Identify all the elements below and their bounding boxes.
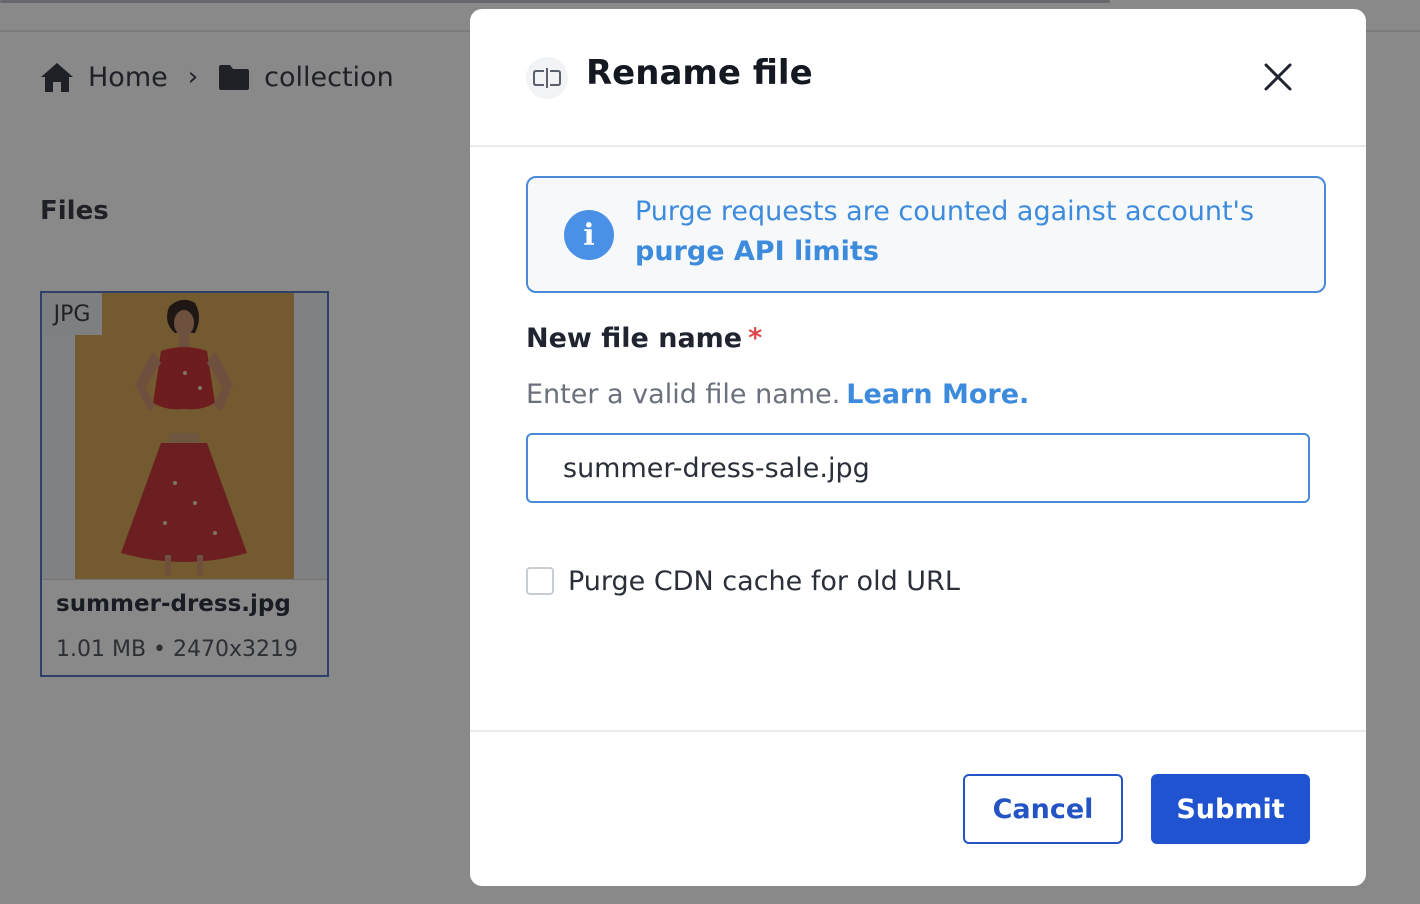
info-alert-text: Purge requests are counted against accou… xyxy=(635,192,1315,272)
info-icon: i xyxy=(564,210,614,260)
rename-file-dialog: Rename file i Purge requests are counted… xyxy=(470,9,1366,886)
info-alert: i Purge requests are counted against acc… xyxy=(526,176,1326,293)
dialog-header: Rename file xyxy=(470,9,1366,147)
new-file-name-label: New file name * xyxy=(526,323,762,354)
new-file-name-input[interactable] xyxy=(526,433,1310,503)
rename-icon xyxy=(526,57,568,99)
purge-cdn-option[interactable]: Purge CDN cache for old URL xyxy=(526,564,960,598)
dialog-footer-divider xyxy=(470,730,1366,732)
field-label-text: New file name xyxy=(526,323,743,354)
field-help-text: Enter a valid file name. Learn More. xyxy=(526,379,1029,410)
help-text-message: Enter a valid file name. xyxy=(526,379,841,410)
purge-api-limits-link[interactable]: purge API limits xyxy=(635,232,1315,272)
close-icon[interactable] xyxy=(1258,57,1298,97)
info-alert-message: Purge requests are counted against accou… xyxy=(635,196,1255,227)
submit-button[interactable]: Submit xyxy=(1151,774,1310,844)
purge-cdn-checkbox[interactable] xyxy=(526,567,554,595)
dialog-title: Rename file xyxy=(586,53,813,93)
purge-cdn-label[interactable]: Purge CDN cache for old URL xyxy=(568,566,960,597)
required-marker: * xyxy=(748,323,763,354)
cancel-button[interactable]: Cancel xyxy=(963,774,1123,844)
learn-more-link[interactable]: Learn More. xyxy=(846,379,1029,410)
